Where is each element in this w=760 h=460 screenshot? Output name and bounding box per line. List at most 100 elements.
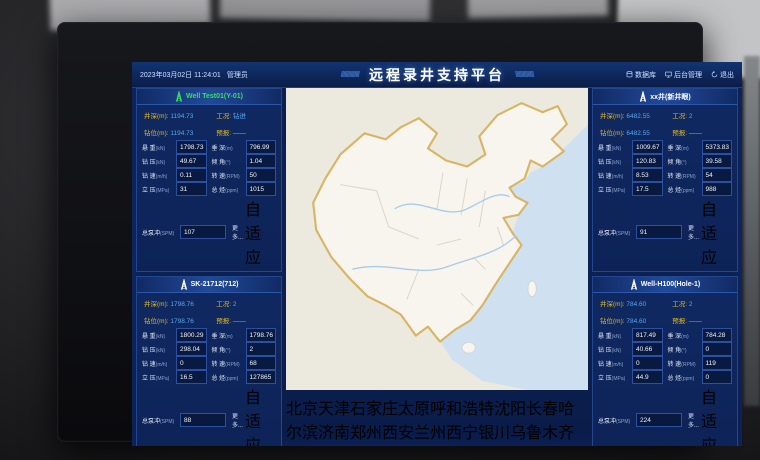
condition-value: 2 xyxy=(689,301,693,308)
bit-position-label: 钻位(m): xyxy=(144,130,169,137)
bit-position-label: 钻位(m): xyxy=(600,318,625,325)
well-card: SK-21712(712)井深(m): 1798.76工况: 2钻位(m): 1… xyxy=(136,276,282,446)
measure-value: 127865 xyxy=(246,370,277,384)
bit-position-value: 1194.73 xyxy=(170,130,193,137)
measure-value: 0 xyxy=(702,342,733,356)
measure-value: 17.5 xyxy=(632,182,663,196)
title-decoration-left: /////////////// xyxy=(341,70,359,79)
measure-label: 钻 压(kN) xyxy=(142,345,174,354)
measure-label: 钻 压(kN) xyxy=(598,345,630,354)
measure-label: 悬 重(kN) xyxy=(142,143,174,152)
top-header: /////////////// 远程录井支持平台 \\\\\\\\\\\\\\\… xyxy=(132,62,742,88)
forecast-label: 预报: xyxy=(216,130,231,137)
measure-value: 784.28 xyxy=(702,328,733,342)
depth-value: 784.60 xyxy=(626,301,646,308)
city-name: 呼和浩特 xyxy=(430,401,494,418)
city-name: 乌鲁木齐 xyxy=(510,425,574,442)
forecast-value: —— xyxy=(689,318,702,325)
header-nav-label: 数据库 xyxy=(635,70,656,80)
measure-label: 悬 重(kN) xyxy=(142,331,174,340)
measure-label: 转 速(RPM) xyxy=(668,171,700,180)
well-card-header: SK-21712(712) xyxy=(137,277,281,293)
china-map[interactable]: 北京天津石家庄太原呼和浩特沈阳长春哈尔滨济南郑州西安兰州西宁银川乌鲁木齐拉萨成都… xyxy=(286,88,588,446)
measure-value: 8.53 xyxy=(632,168,663,182)
measure-label: 总泵冲(SPM) xyxy=(142,416,178,425)
measure-value: 1798.73 xyxy=(176,140,207,154)
measure-label: 倾 角(°) xyxy=(668,345,700,354)
condition-label: 工况: xyxy=(672,301,687,308)
more-link[interactable]: 更多... xyxy=(688,223,699,241)
forecast-label: 预报: xyxy=(672,318,687,325)
well-info-grid: 井深(m): 6482.55工况: 2钻位(m): 6482.55预报: —— xyxy=(593,105,737,140)
well-name: SK-21712(712) xyxy=(191,281,239,288)
auto-fit-button[interactable]: 自适应 xyxy=(245,196,276,268)
measure-value: 0 xyxy=(702,370,733,384)
well-info-grid: 井深(m): 784.60 工况: 2 钻位(m): 784.60 预报: —— xyxy=(593,293,737,328)
forecast-value: —— xyxy=(233,130,246,137)
more-link[interactable]: 更多... xyxy=(232,411,243,429)
measure-label: 钻 速(m/h) xyxy=(598,171,630,180)
city-name: 兰州 xyxy=(414,425,446,442)
auto-fit-button[interactable]: 自适应 xyxy=(245,384,276,446)
well-card: xx井(新井眼)井深(m): 6482.55工况: 2钻位(m): 6482.5… xyxy=(592,88,738,272)
more-link[interactable]: 更多... xyxy=(232,223,243,241)
well-card-header: Well Test01(Y-01) xyxy=(137,89,281,105)
header-nav-database[interactable]: 数据库 xyxy=(626,70,656,80)
map-city: 北京 xyxy=(286,401,318,418)
measure-value: 1009.67 xyxy=(632,140,663,154)
condition-label: 工况: xyxy=(216,113,231,120)
header-nav-logout[interactable]: 退出 xyxy=(711,70,734,80)
auto-fit-button[interactable]: 自适应 xyxy=(701,384,732,446)
map-city: 西安 xyxy=(382,425,414,442)
measure-value: 224 xyxy=(636,413,682,427)
measure-value: 40.66 xyxy=(632,342,663,356)
measure-value: 49.67 xyxy=(176,154,207,168)
blurred-paper xyxy=(468,0,608,18)
well-card-header: Well-H100(Hole-1) xyxy=(593,277,737,293)
forecast-value: —— xyxy=(233,318,246,325)
datetime-label: 2023年03月02日 11:24:01 xyxy=(140,70,221,80)
well-card: Well Test01(Y-01)井深(m): 1194.73工况: 钻进钻位(… xyxy=(136,88,282,272)
measure-value: 0 xyxy=(176,356,207,370)
header-nav-label: 后台管理 xyxy=(674,70,702,80)
bit-position-value: 784.60 xyxy=(626,318,646,325)
measure-value: 2 xyxy=(246,342,277,356)
title-decoration-right: \\\\\\\\\\\\\\\ xyxy=(515,70,533,79)
forecast-label: 预报: xyxy=(216,318,231,325)
more-link[interactable]: 更多... xyxy=(688,411,699,429)
bit-position-label: 钻位(m): xyxy=(144,318,169,325)
measure-label: 倾 角(°) xyxy=(212,157,244,166)
console-icon xyxy=(665,71,672,78)
city-name: 沈阳 xyxy=(494,401,526,418)
depth-value: 1798.76 xyxy=(170,301,194,308)
well-name: Well Test01(Y-01) xyxy=(186,93,243,100)
well-measurements: 悬 重(kN)817.49垂 深(m)784.28钻 压(kN)40.66倾 角… xyxy=(593,328,737,446)
measure-label: 总 烃(ppm) xyxy=(668,185,700,194)
measure-label: 立 压(MPa) xyxy=(142,185,174,194)
measure-label: 钻 压(kN) xyxy=(142,157,174,166)
well-measurements: 悬 重(kN)1800.29垂 深(m)1798.76钻 压(kN)298.04… xyxy=(137,328,281,446)
depth-label: 井深(m): xyxy=(600,301,625,308)
auto-fit-button[interactable]: 自适应 xyxy=(701,196,732,268)
measure-value: 0 xyxy=(632,356,663,370)
depth-label: 井深(m): xyxy=(144,113,169,120)
condition-value: 2 xyxy=(689,113,693,120)
map-city: 沈阳 xyxy=(494,401,526,418)
measure-label: 垂 深(m) xyxy=(668,143,700,152)
measure-label: 转 速(RPM) xyxy=(212,359,244,368)
header-nav-console[interactable]: 后台管理 xyxy=(665,70,702,80)
measure-label: 倾 角(°) xyxy=(212,345,244,354)
map-city: 长春 xyxy=(526,401,558,418)
forecast-label: 预报: xyxy=(672,130,687,137)
measure-value: 1015 xyxy=(246,182,277,196)
database-icon xyxy=(626,71,633,78)
wall-strip xyxy=(744,56,760,406)
monitor-bezel: /////////////// 远程录井支持平台 \\\\\\\\\\\\\\\… xyxy=(57,22,703,442)
measure-label: 总泵冲(SPM) xyxy=(598,228,634,237)
measure-label: 立 压(MPa) xyxy=(598,185,630,194)
depth-label: 井深(m): xyxy=(144,301,169,308)
map-city: 呼和浩特 xyxy=(430,401,494,418)
map-city: 乌鲁木齐 xyxy=(510,425,574,442)
measure-label: 转 速(RPM) xyxy=(668,359,700,368)
measure-label: 转 速(RPM) xyxy=(212,171,244,180)
